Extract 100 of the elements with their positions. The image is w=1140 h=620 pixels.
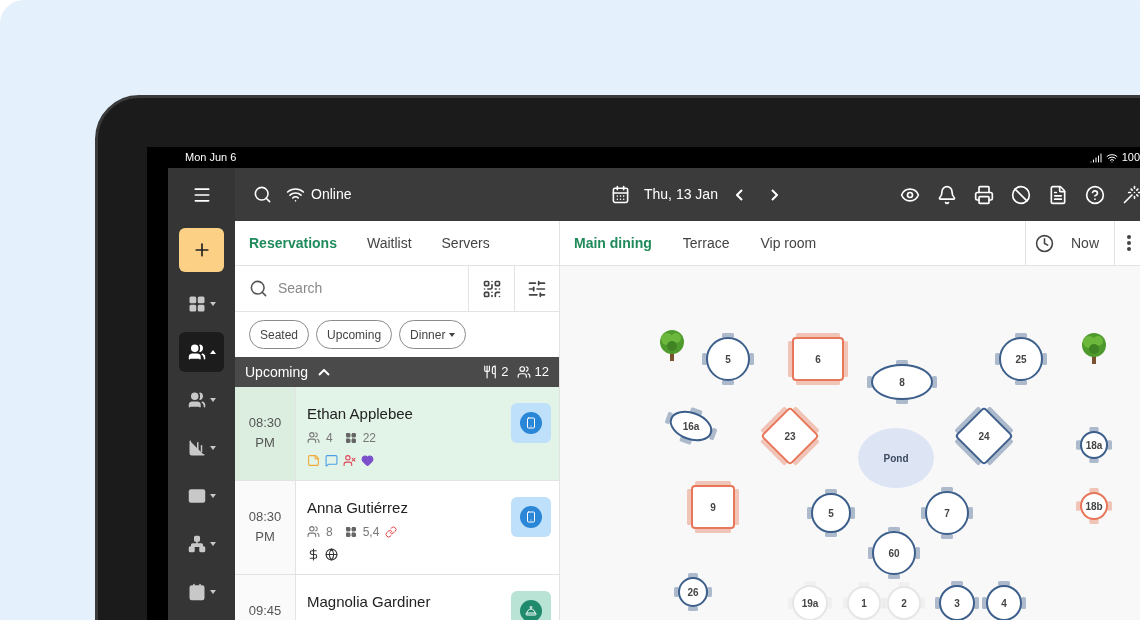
toolbar-button[interactable] <box>1121 184 1140 205</box>
people-icon <box>307 525 320 538</box>
chairs-drawing <box>1076 488 1112 524</box>
network-icon <box>187 535 206 553</box>
table-number: 4 <box>1001 596 1007 611</box>
status-button[interactable] <box>511 497 551 537</box>
tab[interactable]: Vip room <box>760 232 817 254</box>
heart-icon <box>361 453 374 467</box>
guest-name: Magnolia Gardiner <box>307 592 432 612</box>
dining-table[interactable] <box>1080 492 1108 520</box>
group-header[interactable]: Upcoming 2 12 <box>235 357 559 387</box>
caret-down-icon <box>449 332 456 337</box>
dining-table[interactable] <box>925 491 969 535</box>
people-icon <box>187 343 206 361</box>
chat-icon <box>325 453 338 467</box>
wand-icon <box>1121 184 1140 205</box>
caret-down-icon <box>209 446 216 450</box>
chairs-drawing <box>935 581 979 609</box>
chairs-drawing <box>1076 427 1112 463</box>
chevron-left-icon <box>735 188 743 201</box>
chairs-drawing <box>807 489 855 537</box>
tab[interactable]: Main dining <box>574 232 652 254</box>
reservation-time: 08:30 <box>248 414 282 432</box>
toolbar-button[interactable] <box>1010 184 1031 205</box>
guest-name: Anna Gutiérrez <box>307 498 409 518</box>
battery-level: 100 <box>1121 150 1140 166</box>
bar-chart-icon <box>187 439 206 457</box>
caret-down-icon <box>209 494 216 498</box>
chairs-drawing <box>868 527 920 579</box>
now-button[interactable]: Now <box>1025 221 1114 265</box>
table-number: 26 <box>687 585 699 600</box>
table-number: 18a <box>1085 438 1103 453</box>
table-number: 5,4 <box>362 523 380 541</box>
table-number: 19a <box>801 596 819 611</box>
status-button[interactable] <box>511 591 551 620</box>
cloche-icon <box>525 605 537 617</box>
qr-code-icon <box>481 278 502 299</box>
chairs-drawing <box>867 360 937 404</box>
calendar-icon <box>611 185 630 204</box>
reservation-row[interactable]: 08:30 PM Anna Gutiérrez 8 5,4 <box>235 481 559 575</box>
wifi-icon <box>286 185 305 204</box>
group-title: Upcoming <box>245 362 309 382</box>
table-number: 6 <box>815 352 821 367</box>
phone-icon <box>525 511 537 523</box>
reservation-time: 09:45 <box>248 602 282 620</box>
people-icon <box>516 365 531 379</box>
chairs-drawing <box>982 581 1026 609</box>
nav-item[interactable] <box>179 332 224 372</box>
crossed-person-icon <box>343 453 356 467</box>
current-date: Thu, 13 Jan <box>644 185 718 204</box>
help-icon <box>1084 184 1105 205</box>
dining-table[interactable] <box>678 577 708 607</box>
table-number: 25 <box>1015 352 1027 367</box>
reservation-time: 08:30 <box>248 508 282 526</box>
printer-icon <box>973 184 994 205</box>
search-icon <box>253 185 272 204</box>
reservation-row[interactable]: 08:30 PM Ethan Applebee 4 22 <box>235 387 559 481</box>
chairs-drawing <box>760 406 820 466</box>
table-number: 3 <box>954 596 960 611</box>
dining-table[interactable] <box>811 493 851 533</box>
table-number: 23 <box>784 429 796 444</box>
toolbar-button[interactable] <box>973 184 994 205</box>
dining-table[interactable] <box>669 410 713 442</box>
add-button[interactable] <box>179 228 224 272</box>
tab[interactable]: Terrace <box>682 232 730 254</box>
tab[interactable]: Waitlist <box>366 232 412 254</box>
fork-knife-icon <box>483 365 498 379</box>
table-icon <box>344 525 357 538</box>
table-number: 5 <box>828 506 834 521</box>
toolbar-button[interactable] <box>936 184 957 205</box>
party-size: 8 <box>326 523 333 541</box>
people-icon <box>307 431 320 444</box>
connection-status: Online <box>311 185 352 204</box>
dining-table[interactable] <box>871 364 933 400</box>
toolbar-button[interactable] <box>1084 184 1105 205</box>
search-field[interactable]: Search <box>278 278 448 299</box>
pond-label: Pond <box>883 451 909 466</box>
guests-count: 12 <box>534 363 549 382</box>
search-button[interactable] <box>253 185 272 204</box>
table-icon <box>344 431 357 444</box>
chairs-drawing <box>702 333 754 385</box>
dining-table[interactable] <box>939 585 975 620</box>
sliders-icon <box>527 278 547 299</box>
table-number: 2 <box>901 596 907 611</box>
table-number: 7 <box>944 506 950 521</box>
table-number: 60 <box>888 546 900 561</box>
dining-table[interactable] <box>872 531 916 575</box>
dining-table[interactable] <box>999 337 1043 381</box>
dining-table[interactable] <box>986 585 1022 620</box>
status-date: Mon Jun 6 <box>185 150 237 166</box>
table-number: 24 <box>978 429 990 444</box>
caret-down-icon <box>209 398 216 402</box>
tab[interactable]: Reservations <box>249 232 337 254</box>
grid-icon <box>187 295 206 313</box>
dining-table[interactable] <box>1080 431 1108 459</box>
time-period: PM <box>255 528 275 546</box>
dining-table[interactable] <box>706 337 750 381</box>
people-divided-icon <box>187 391 206 409</box>
tab[interactable]: Servers <box>441 232 490 254</box>
status-button[interactable] <box>511 403 551 443</box>
